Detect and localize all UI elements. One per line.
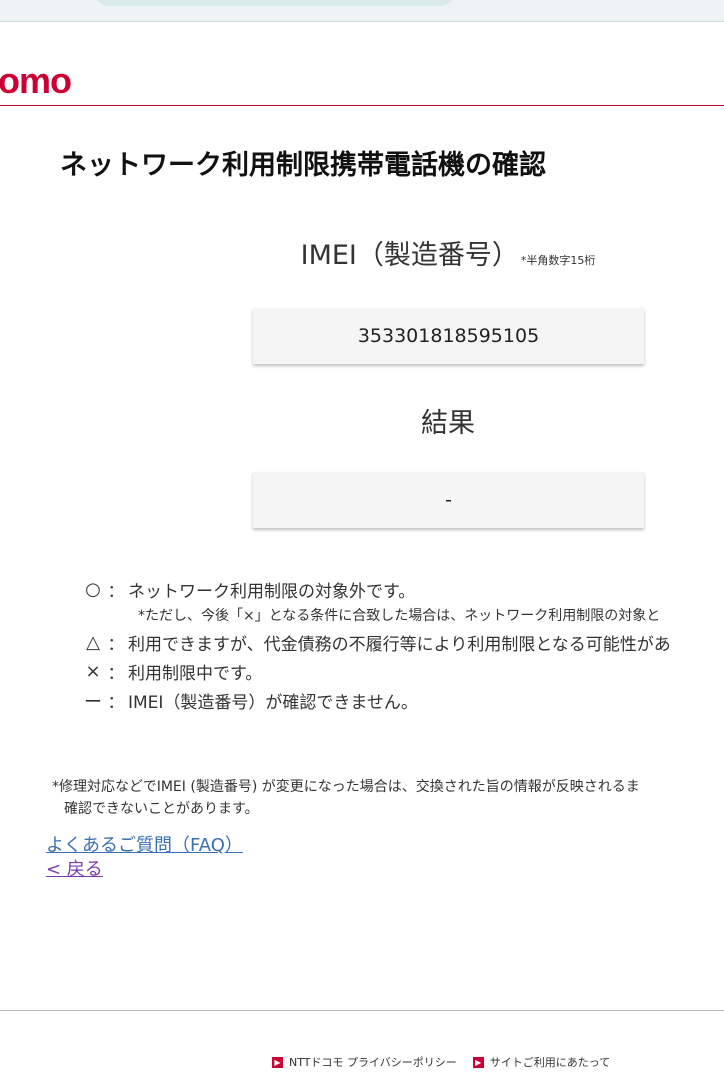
dash-symbol-icon: ー (84, 691, 102, 713)
page-links: よくあるご質問（FAQ） < 戻る (46, 834, 243, 882)
browser-top-bar (0, 0, 724, 22)
back-link[interactable]: < 戻る (46, 858, 103, 882)
footnote-line-1: *修理対応などでIMEI (製造番号) が変更になった場合は、交換された旨の情報… (52, 779, 640, 795)
legend-sub-note: *ただし、今後「×」となる条件に合致した場合は、ネットワーク利用制限の対象と (138, 608, 661, 624)
result-value: - (445, 489, 452, 511)
legend-item-circle: ○ ： ネットワーク利用制限の対象外です。 (82, 575, 724, 604)
privacy-policy-label: NTTドコモ プライバシーポリシー (289, 1056, 457, 1069)
legend-text: ネットワーク利用制限の対象外です。 (128, 582, 416, 602)
legend-colon: ： (107, 635, 125, 655)
footnote-line-2: 確認できないことがあります。 (64, 801, 259, 817)
imei-label-text: IMEI（製造番号） (300, 240, 519, 271)
legend-text: IMEI（製造番号）が確認できません。 (128, 693, 418, 713)
docomo-logo[interactable]: omo (0, 61, 72, 101)
faq-link[interactable]: よくあるご質問（FAQ） (46, 834, 243, 858)
result-value-box: - (253, 472, 644, 528)
legend-colon: ： (107, 664, 125, 684)
imei-label: IMEI（製造番号） *半角数字15桁 (252, 236, 644, 281)
legend-text: 利用制限中です。 (128, 664, 263, 684)
imei-format-note: *半角数字15桁 (520, 254, 596, 267)
legend-item-cross: × ： 利用制限中です。 (82, 657, 724, 686)
result-legend: ○ ： ネットワーク利用制限の対象外です。 *ただし、今後「×」となる条件に合致… (82, 575, 724, 715)
legend-colon: ： (107, 693, 125, 713)
arrow-right-icon: ▶ (472, 1056, 484, 1068)
legend-item-dash: ー ： IMEI（製造番号）が確認できません。 (82, 686, 724, 715)
triangle-symbol-icon: △ (86, 632, 100, 653)
imei-change-footnote: *修理対応などでIMEI (製造番号) が変更になった場合は、交換された旨の情報… (52, 776, 724, 820)
footer-divider (0, 1010, 724, 1011)
site-terms-link[interactable]: ▶ サイトご利用にあたって (472, 1054, 611, 1070)
legend-text: 利用できますが、代金債務の不履行等により利用制限となる可能性があ (128, 635, 671, 655)
footer-links: ▶ NTTドコモ プライバシーポリシー ▶ サイトご利用にあたって (272, 1054, 610, 1070)
cross-symbol-icon: × (85, 661, 101, 682)
site-terms-label: サイトご利用にあたって (489, 1056, 611, 1069)
header-divider (0, 105, 724, 106)
imei-value: 353301818595105 (357, 325, 540, 347)
page-title: ネットワーク利用制限携帯電話機の確認 (60, 150, 546, 181)
imei-value-box: 353301818595105 (253, 308, 644, 364)
legend-item-triangle: △ ： 利用できますが、代金債務の不履行等により利用制限となる可能性があ (82, 628, 724, 657)
arrow-right-icon: ▶ (272, 1056, 283, 1068)
circle-symbol-icon: ○ (85, 579, 101, 600)
privacy-policy-link[interactable]: ▶ NTTドコモ プライバシーポリシー (272, 1054, 457, 1070)
url-bar-edge[interactable] (95, 0, 455, 6)
result-label: 結果 (421, 408, 475, 439)
legend-colon: ： (107, 582, 125, 602)
